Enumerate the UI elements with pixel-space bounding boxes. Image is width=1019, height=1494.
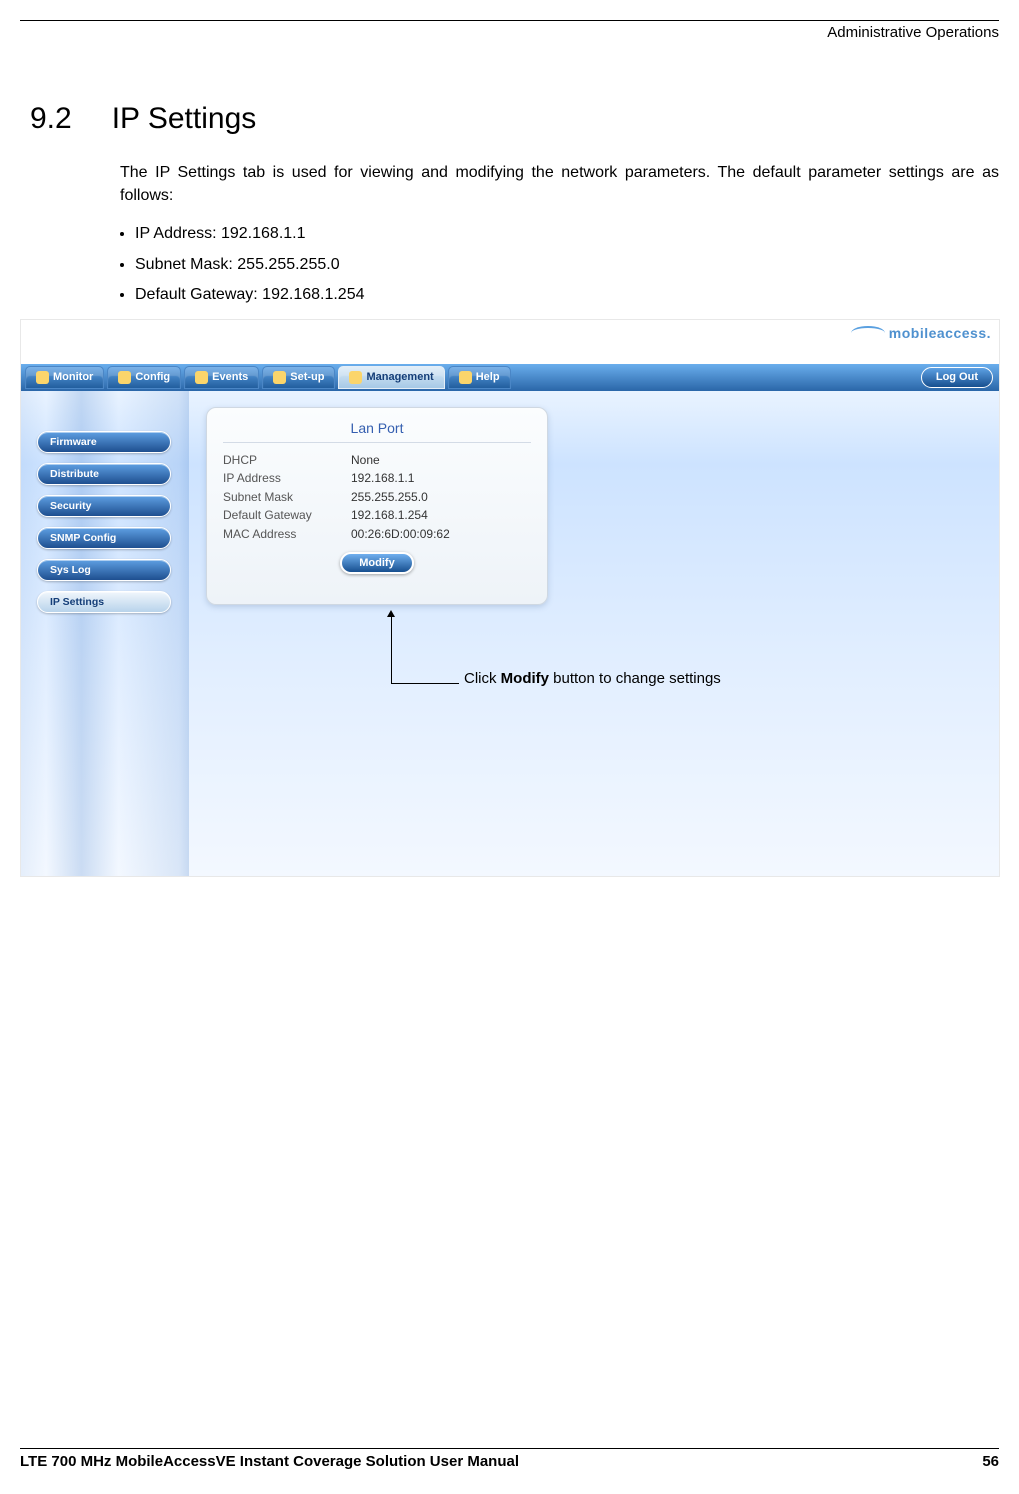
content-area: Firmware Distribute Security SNMP Config… [21,391,999,876]
nav-config[interactable]: Config [107,366,181,389]
section-title: IP Settings [112,102,257,136]
panel-row: Subnet Mask255.255.255.0 [223,488,531,507]
nav-setup[interactable]: Set-up [262,366,335,389]
panel-row: Default Gateway192.168.1.254 [223,506,531,525]
nav-management[interactable]: Management [338,366,444,389]
lan-port-panel: Lan Port DHCPNone IP Address192.168.1.1 … [206,407,548,605]
logout-button[interactable]: Log Out [921,367,993,388]
nav-icon [273,371,286,384]
nav-icon [118,371,131,384]
sidebar-item-syslog[interactable]: Sys Log [37,559,171,581]
page-footer: LTE 700 MHz MobileAccessVE Instant Cover… [20,1448,999,1470]
panel-row: DHCPNone [223,451,531,470]
panel-title: Lan Port [223,420,531,443]
sidebar-item-ipsettings[interactable]: IP Settings [37,591,171,613]
nav-events[interactable]: Events [184,366,259,389]
sidebar-item-security[interactable]: Security [37,495,171,517]
nav-icon [349,371,362,384]
nav-icon [36,371,49,384]
list-item: Subnet Mask: 255.255.255.0 [135,250,999,280]
logo-bar: mobileaccess. [21,320,999,364]
modify-button[interactable]: Modify [340,552,414,574]
section-number: 9.2 [30,102,72,136]
swoosh-icon [851,326,885,340]
nav-icon [459,371,472,384]
sidebar-item-firmware[interactable]: Firmware [37,431,171,453]
panel-row: MAC Address00:26:6D:00:09:62 [223,525,531,544]
sidebar-item-snmp[interactable]: SNMP Config [37,527,171,549]
sidebar-item-distribute[interactable]: Distribute [37,463,171,485]
callout-line [391,683,459,684]
app-screenshot: mobileaccess. Monitor Config Events Set-… [20,319,1000,877]
defaults-list: IP Address: 192.168.1.1 Subnet Mask: 255… [135,219,999,310]
brand-logo: mobileaccess. [851,324,991,341]
page-header: Administrative Operations [20,24,999,47]
top-nav: Monitor Config Events Set-up Management … [21,364,999,391]
nav-icon [195,371,208,384]
nav-help[interactable]: Help [448,366,511,389]
nav-monitor[interactable]: Monitor [25,366,104,389]
footer-manual-title: LTE 700 MHz MobileAccessVE Instant Cover… [20,1453,519,1470]
section-heading: 9.2 IP Settings [30,102,999,136]
footer-page-number: 56 [982,1453,999,1470]
panel-row: IP Address192.168.1.1 [223,469,531,488]
list-item: Default Gateway: 192.168.1.254 [135,280,999,310]
intro-paragraph: The IP Settings tab is used for viewing … [120,161,999,207]
list-item: IP Address: 192.168.1.1 [135,219,999,249]
sidebar: Firmware Distribute Security SNMP Config… [21,391,189,876]
callout-text: Click Modify button to change settings [464,669,721,689]
callout-line [391,613,392,683]
